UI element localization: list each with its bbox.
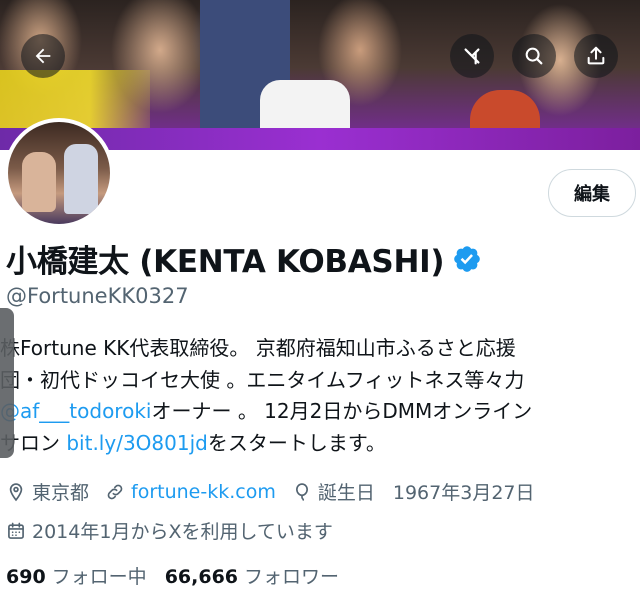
birthday-date: 1967年3月27日	[392, 482, 535, 504]
profile-meta-row: 東京都 fortune-kk.com 誕生日 1967年3月27日	[6, 478, 551, 505]
share-icon	[587, 46, 605, 65]
location-item: 東京都	[6, 478, 89, 505]
avatar-figure	[64, 144, 98, 214]
birthday-item: 誕生日 1967年3月27日	[292, 478, 535, 505]
bio-text: をスタートします。	[207, 430, 386, 455]
followers-count[interactable]: 66,666	[165, 566, 238, 588]
edge-panel-handle[interactable]	[0, 308, 14, 458]
edit-profile-button[interactable]: 編集	[548, 169, 636, 217]
avatar[interactable]	[4, 118, 114, 228]
following-count[interactable]: 690	[6, 566, 46, 588]
location-pin-icon	[9, 482, 23, 501]
bio-line: 株Fortune KK代表取締役。 京都府福知山市ふるさと応援	[0, 336, 516, 360]
location-text: 東京都	[32, 482, 90, 504]
calendar-icon	[8, 522, 24, 539]
display-name: 小橋建太 (KENTA KOBASHI)	[6, 244, 445, 280]
profile-bio: 株Fortune KK代表取締役。 京都府福知山市ふるさと応援 団・初代ドッコイ…	[0, 333, 640, 459]
joined-row: 2014年1月からXを利用しています	[6, 517, 349, 544]
verified-badge-icon[interactable]	[452, 244, 482, 274]
bio-line: @af___todorokiオーナー 。 12月2日からDMMオンライン	[0, 396, 640, 428]
profile-name-row: 小橋建太 (KENTA KOBASHI)	[6, 236, 482, 281]
arrow-left-icon	[35, 48, 51, 64]
grok-icon	[464, 48, 480, 65]
bio-text: オーナー 。 12月2日からDMMオンライン	[151, 399, 533, 423]
profile-handle: @FortuneKK0327	[6, 284, 189, 308]
avatar-figure	[22, 152, 56, 212]
joined-text: 2014年1月からXを利用しています	[32, 521, 333, 543]
birthday-label: 誕生日	[317, 482, 375, 504]
bio-line: 団・初代ドッコイセ大使 。エニタイムフィットネス等々力	[0, 367, 525, 392]
website-item[interactable]: fortune-kk.com	[105, 481, 276, 503]
joined-item: 2014年1月からXを利用しています	[6, 517, 333, 544]
back-button[interactable]	[21, 34, 65, 78]
grok-button[interactable]	[450, 34, 494, 78]
follow-stats: 690 フォロー中 66,666 フォロワー	[6, 562, 357, 589]
search-icon	[525, 47, 543, 65]
share-button[interactable]	[574, 34, 618, 78]
search-button[interactable]	[512, 34, 556, 78]
balloon-icon	[295, 482, 308, 501]
following-label[interactable]: フォロー中	[52, 562, 147, 589]
bio-line: サロン bit.ly/3O801jdをスタートします。	[0, 428, 640, 460]
followers-label[interactable]: フォロワー	[244, 562, 339, 589]
bio-url-link[interactable]: bit.ly/3O801jd	[66, 431, 207, 455]
link-icon	[107, 484, 123, 499]
website-link[interactable]: fortune-kk.com	[131, 481, 276, 503]
bio-mention-link[interactable]: @af___todoroki	[0, 399, 151, 423]
